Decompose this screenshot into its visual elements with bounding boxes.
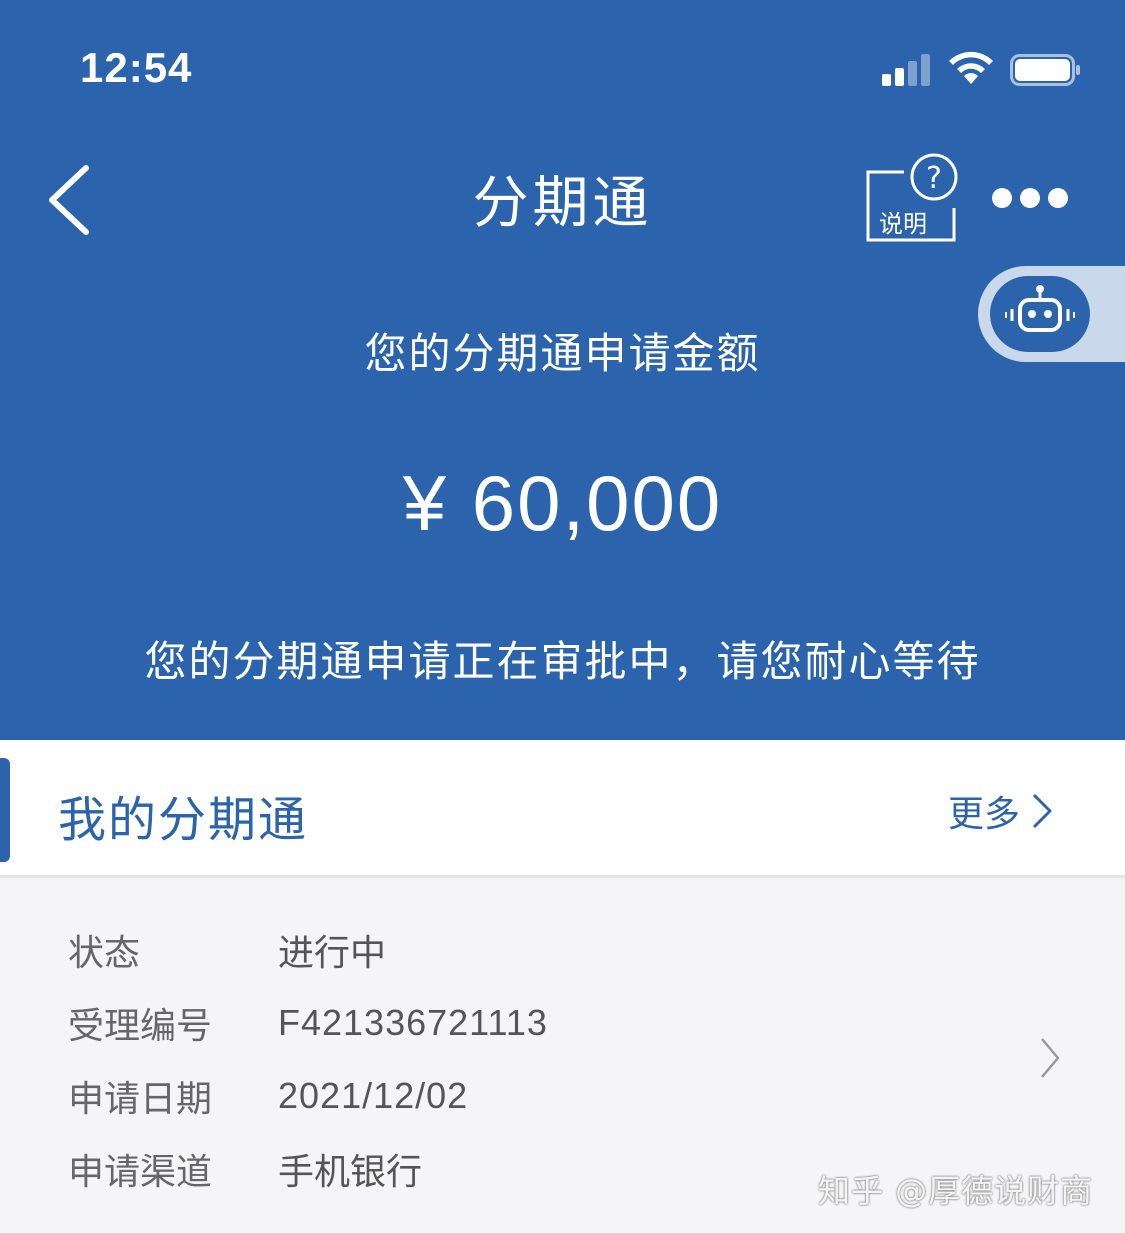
more-options-icon[interactable] xyxy=(990,184,1070,212)
record-label: 申请渠道 xyxy=(68,1152,213,1193)
battery-icon xyxy=(1010,54,1080,86)
more-link-label[interactable]: 更多 xyxy=(948,785,1020,837)
wifi-icon xyxy=(949,51,993,84)
section-title: 我的分期通 xyxy=(58,792,309,848)
chevron-right-icon[interactable] xyxy=(1028,791,1054,831)
watermark: 知乎 @厚德说财商 xyxy=(818,1172,1094,1210)
record-label: 状态 xyxy=(68,933,141,974)
apply-amount-value: ¥ 60,000 xyxy=(402,459,723,547)
record-row-status: 状态 进行中 xyxy=(68,925,386,975)
more-link[interactable]: 更多 xyxy=(948,785,1054,837)
record-row-date: 申请日期 2021/12/02 xyxy=(68,1071,468,1121)
chevron-right-icon[interactable] xyxy=(1036,1035,1064,1081)
section-accent-bar xyxy=(0,758,10,862)
explain-label[interactable]: 说明 xyxy=(879,204,927,239)
my-installment-header: 我的分期通 更多 xyxy=(0,740,1125,878)
approval-status-message: 您的分期通申请正在审批中，请您耐心等待 xyxy=(144,637,981,686)
record-value: 手机银行 xyxy=(278,1152,423,1193)
svg-text:?: ? xyxy=(926,161,942,196)
record-value: F421336721113 xyxy=(278,1002,548,1043)
apply-amount-label: 您的分期通申请金额 xyxy=(364,329,761,378)
record-row-reference: 受理编号 F421336721113 xyxy=(68,998,548,1048)
record-label: 申请日期 xyxy=(68,1079,213,1120)
record-value: 进行中 xyxy=(278,933,387,974)
record-value: 2021/12/02 xyxy=(278,1075,469,1116)
record-row-channel: 申请渠道 手机银行 xyxy=(68,1144,422,1194)
cellular-signal-icon xyxy=(882,52,934,86)
record-label: 受理编号 xyxy=(68,1006,213,1047)
status-time: 12:54 xyxy=(80,44,193,91)
hero-banner: 12:54 分期通 ? 说明 您的分期通申请金额 ¥ 60,000 您的分期通申… xyxy=(0,0,1125,740)
